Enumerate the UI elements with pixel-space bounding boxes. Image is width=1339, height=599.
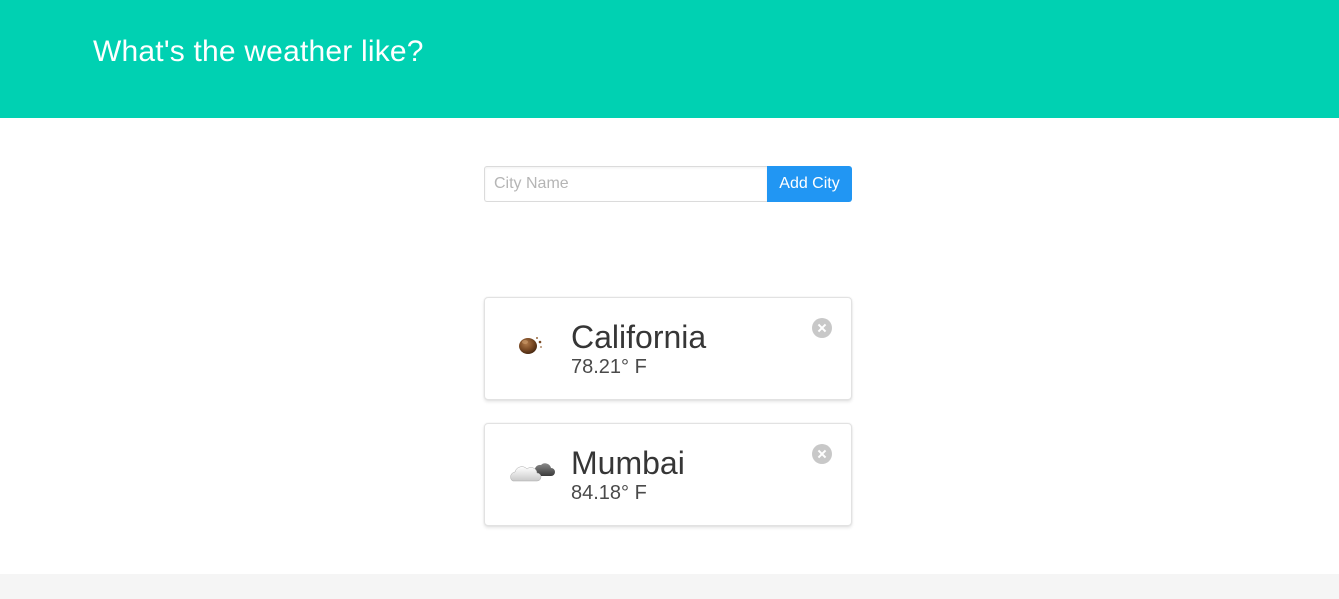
city-temperature: 84.18° F <box>571 482 647 504</box>
city-name: California <box>571 319 707 355</box>
remove-city-button[interactable] <box>812 318 832 338</box>
city-name: Mumbai <box>571 445 685 481</box>
page-title: What's the weather like? <box>93 35 424 68</box>
remove-city-button[interactable] <box>812 444 832 464</box>
city-card: California 78.21° F <box>484 297 852 400</box>
partly-cloudy-icon <box>510 463 555 482</box>
page-header: What's the weather like? <box>0 0 1339 118</box>
city-temperature: 78.21° F <box>571 356 647 378</box>
city-name-input[interactable] <box>484 166 767 202</box>
add-city-form: Add City <box>484 166 852 202</box>
page-footer <box>0 574 1339 599</box>
haze-icon <box>519 337 542 354</box>
city-card: Mumbai 84.18° F <box>484 423 852 526</box>
add-city-button[interactable]: Add City <box>767 166 852 202</box>
